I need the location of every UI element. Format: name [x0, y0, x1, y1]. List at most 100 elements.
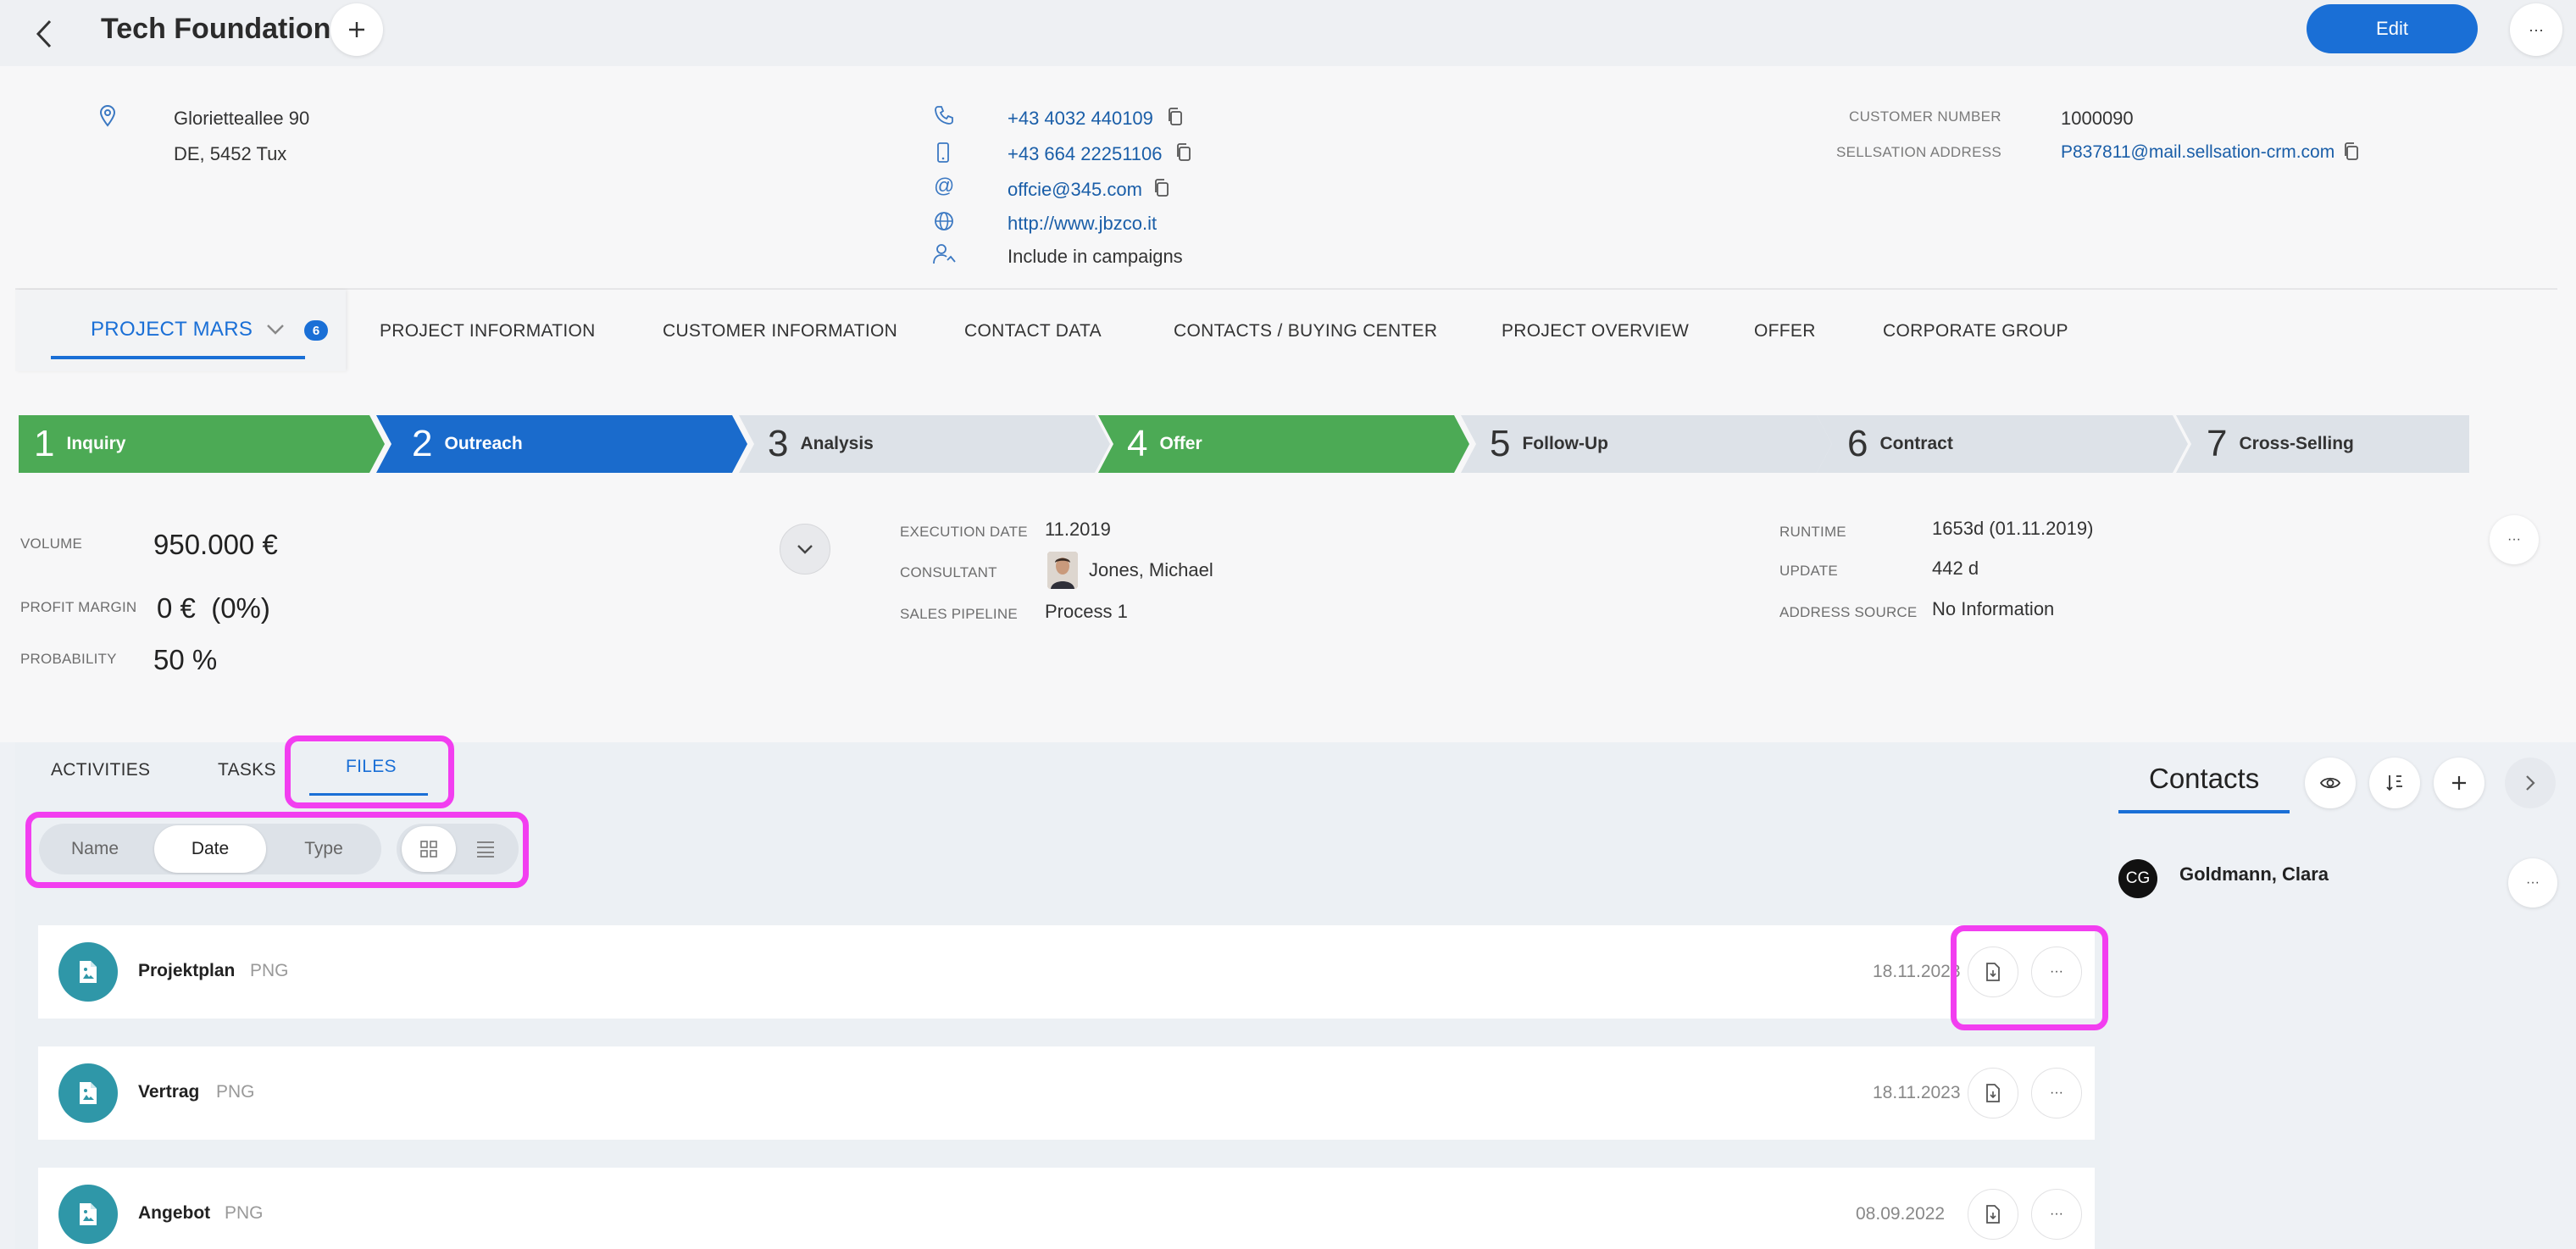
stage-number: 3 [768, 423, 789, 464]
tab-offer[interactable]: OFFER [1754, 321, 1816, 341]
file-more-button[interactable]: ··· [2031, 1189, 2082, 1240]
pipeline-stage-3[interactable]: 3 Analysis [739, 415, 1110, 473]
pipeline-stage-5[interactable]: 5 Follow-Up [1461, 415, 1832, 473]
sales-pipeline-value: Process 1 [1045, 601, 1128, 622]
pipeline-stage-1[interactable]: 1 Inquiry [19, 415, 385, 473]
pipeline-stage-6[interactable]: 6 Contract [1817, 415, 2188, 473]
pipeline-stage-4[interactable]: 4 Offer [1098, 415, 1469, 473]
file-date: 08.09.2022 [1856, 1204, 1946, 1224]
email-link[interactable]: offcie@345.com [1008, 178, 1142, 202]
probability-value: 50 % [153, 644, 218, 675]
stage-label: Cross-Selling [2239, 434, 2354, 453]
file-preview-button[interactable] [1968, 1189, 2018, 1240]
consultant-value: Jones, Michael [1089, 559, 1213, 580]
contacts-view-button[interactable] [2305, 758, 2356, 808]
profit-margin-value: 0 € (0%) [157, 592, 270, 624]
sort-by-date-button[interactable]: Date [154, 825, 266, 873]
chevron-down-icon[interactable] [266, 324, 285, 336]
page-title: Tech Foundation [101, 13, 331, 45]
sellsation-address-link[interactable]: P837811@mail.sellsation-crm.com [2061, 141, 2334, 164]
details-more-button[interactable]: ··· [2490, 515, 2539, 564]
file-row[interactable]: Vertrag PNG 18.11.2023 ··· [38, 1046, 2095, 1140]
stage-number: 7 [2207, 423, 2228, 464]
copy-icon[interactable] [2342, 142, 2361, 162]
tab-contact-data[interactable]: CONTACT DATA [964, 321, 1102, 341]
pipeline-stage-7[interactable]: 7 Cross-Selling [2176, 415, 2469, 473]
stage-number: 6 [1847, 423, 1868, 464]
file-more-button[interactable]: ··· [2031, 1068, 2082, 1119]
contact-name[interactable]: Goldmann, Clara [2179, 863, 2329, 885]
execution-date-label: EXECUTION DATE [900, 524, 1028, 540]
stage-label: Contract [1879, 434, 1953, 453]
file-date: 18.11.2023 [1873, 1083, 1961, 1102]
top-bar [0, 0, 2576, 66]
stage-number: 2 [412, 423, 433, 464]
tab-files[interactable]: FILES [346, 757, 397, 777]
file-row[interactable]: Projektplan PNG 18.11.2023 ··· [38, 925, 2095, 1019]
update-value: 442 d [1932, 558, 1979, 579]
active-tab-underline [51, 356, 305, 359]
plus-icon [349, 22, 364, 37]
phone-icon [935, 106, 953, 125]
sort-by-type-button[interactable]: Type [273, 827, 375, 871]
sort-icon [2386, 775, 2402, 791]
file-row[interactable]: Angebot PNG 08.09.2022 ··· [38, 1168, 2095, 1249]
tab-project-information[interactable]: PROJECT INFORMATION [380, 321, 596, 341]
expand-stats-button[interactable] [780, 524, 830, 575]
header-more-button[interactable]: ··· [2510, 3, 2562, 56]
file-image-icon [58, 1185, 118, 1244]
tab-customer-information[interactable]: CUSTOMER INFORMATION [663, 321, 897, 341]
location-pin-icon [99, 105, 116, 127]
chevron-left-icon [36, 19, 52, 48]
file-preview-icon [1986, 1205, 2000, 1224]
back-button[interactable] [22, 12, 66, 56]
pipeline-stage-2[interactable]: 2 Outreach [376, 415, 747, 473]
tab-contacts-buying-center[interactable]: CONTACTS / BUYING CENTER [1174, 321, 1437, 341]
mobile-link[interactable]: +43 664 22251106 [1008, 142, 1163, 166]
copy-icon[interactable] [1174, 142, 1193, 163]
contacts-title: Contacts [2149, 763, 2260, 794]
address-source-label: ADDRESS SOURCE [1779, 604, 1918, 620]
at-icon: @ [934, 175, 955, 197]
website-link[interactable]: http://www.jbzco.it [1008, 212, 1157, 236]
sort-by-name-button[interactable]: Name [44, 827, 146, 871]
file-actions-highlight [1951, 925, 2108, 1030]
stage-label: Follow-Up [1522, 434, 1608, 453]
chevron-right-icon [2526, 775, 2535, 791]
file-image-icon [58, 942, 118, 1002]
file-date: 18.11.2023 [1873, 962, 1961, 981]
profit-margin-label: PROFIT MARGIN [20, 599, 137, 615]
stage-number: 4 [1127, 423, 1148, 464]
file-name: Projektplan [138, 961, 236, 980]
runtime-value: 1653d (01.11.2019) [1932, 518, 2094, 539]
volume-value: 950.000 € [153, 529, 278, 560]
tab-project-overview[interactable]: PROJECT OVERVIEW [1502, 321, 1689, 341]
copy-icon[interactable] [1166, 107, 1185, 127]
file-preview-button[interactable] [1968, 1068, 2018, 1119]
file-type: PNG [216, 1082, 255, 1102]
copy-icon[interactable] [1152, 178, 1171, 198]
campaign-person-icon [933, 244, 956, 264]
sales-pipeline-label: SALES PIPELINE [900, 606, 1018, 622]
contact-more-button[interactable]: ··· [2508, 858, 2557, 908]
phone-link[interactable]: +43 4032 440109 [1008, 107, 1153, 130]
address-street: Glorietteallee 90 [174, 108, 310, 129]
project-selector-tab[interactable]: PROJECT MARS 6 [15, 290, 346, 371]
contacts-add-button[interactable] [2434, 758, 2484, 808]
edit-button[interactable]: Edit [2307, 4, 2478, 53]
contacts-collapse-button[interactable] [2505, 758, 2556, 808]
tab-corporate-group[interactable]: CORPORATE GROUP [1883, 321, 2068, 341]
add-button[interactable] [330, 3, 383, 56]
list-view-button[interactable] [463, 826, 508, 872]
eye-icon [2319, 777, 2341, 789]
customer-number-label: CUSTOMER NUMBER [1849, 108, 2001, 125]
contact-avatar: CG [2118, 859, 2157, 898]
globe-icon [935, 212, 953, 230]
tab-activities[interactable]: ACTIVITIES [51, 760, 150, 780]
runtime-label: RUNTIME [1779, 524, 1846, 540]
contacts-sort-button[interactable] [2369, 758, 2420, 808]
tab-tasks[interactable]: TASKS [218, 760, 276, 780]
grid-view-button[interactable] [402, 826, 456, 872]
execution-date-value: 11.2019 [1045, 519, 1111, 540]
plus-icon [2452, 776, 2466, 790]
